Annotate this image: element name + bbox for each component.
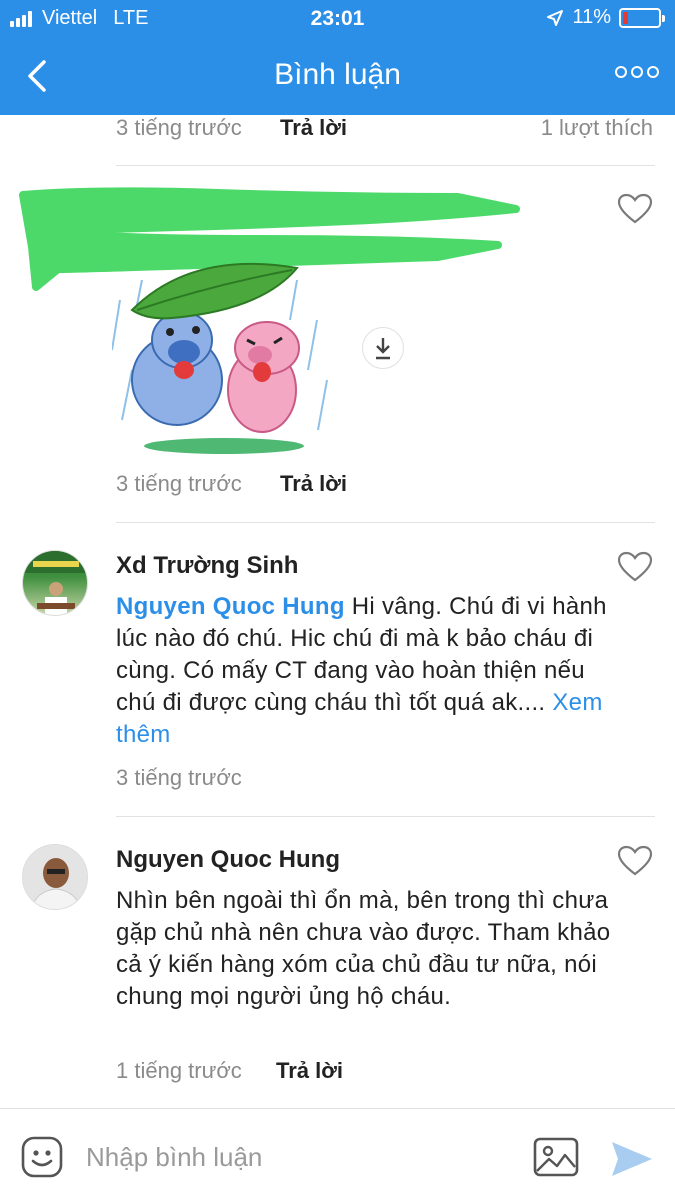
more-icon-dot — [631, 66, 643, 78]
comment-time: 3 tiếng trước — [116, 765, 242, 790]
nav-bar: Bình luận — [0, 38, 675, 115]
mention-link[interactable]: Nguyen Quoc Hung — [116, 593, 345, 620]
like-heart-icon[interactable] — [617, 551, 653, 583]
divider — [116, 165, 655, 166]
comment-text: Nhìn bên ngoài thì ổn mà, bên trong thì … — [116, 887, 611, 1010]
avatar-image — [23, 551, 87, 615]
comment-author[interactable]: Xd Trường Sinh — [116, 552, 298, 580]
comment-list[interactable]: 3 tiếng trước Trả lời 1 lượt thích 3 tiế… — [0, 115, 675, 1108]
reply-button[interactable]: Trả lời — [280, 471, 347, 497]
reply-button[interactable]: Trả lời — [276, 1058, 343, 1084]
divider — [116, 522, 655, 523]
download-icon — [376, 338, 390, 360]
avatar-image — [23, 845, 87, 909]
rain-leaf-pigs-sticker — [112, 262, 328, 454]
more-icon — [615, 66, 627, 78]
comment-text: Nguyen Quoc Hung Hi vâng. Chú đi vi hành… — [116, 591, 616, 751]
comment-author[interactable]: Nguyen Quoc Hung — [116, 846, 340, 874]
page-title: Bình luận — [274, 58, 401, 91]
more-button[interactable] — [615, 66, 659, 78]
download-button[interactable] — [362, 327, 404, 369]
emoji-icon[interactable] — [20, 1135, 64, 1179]
comment-input[interactable] — [86, 1137, 506, 1177]
battery-percent: 11% — [572, 6, 611, 28]
status-bar: Viettel LTE 23:01 11% — [0, 0, 675, 38]
comment-input-bar — [0, 1108, 675, 1200]
like-count[interactable]: 1 lượt thích — [541, 115, 653, 141]
reply-button[interactable]: Trả lời — [280, 115, 347, 141]
battery-icon — [619, 7, 665, 28]
avatar[interactable] — [22, 844, 88, 910]
comment-time: 3 tiếng trước — [116, 115, 242, 140]
like-heart-icon[interactable] — [617, 845, 653, 877]
avatar[interactable] — [22, 550, 88, 616]
location-icon — [547, 9, 564, 26]
send-icon[interactable] — [608, 1139, 654, 1179]
comment-time: 1 tiếng trước — [116, 1058, 242, 1083]
like-heart-icon[interactable] — [617, 193, 653, 225]
divider — [116, 816, 655, 817]
comment-time: 3 tiếng trước — [116, 471, 242, 496]
image-icon[interactable] — [533, 1137, 579, 1177]
header-bar: Viettel LTE 23:01 11% Bình luận — [0, 0, 675, 115]
more-icon-dot — [647, 66, 659, 78]
